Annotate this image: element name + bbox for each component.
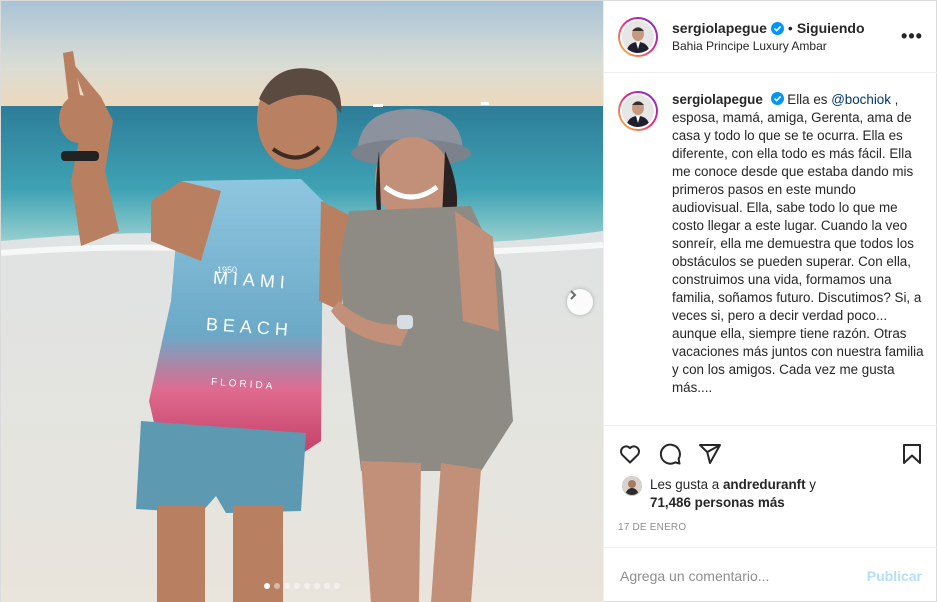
- comment-icon: [659, 443, 681, 465]
- likes-prefix: Les gusta a: [650, 477, 723, 492]
- caption-username-link[interactable]: sergiolapegue: [672, 92, 763, 107]
- more-options-button[interactable]: •••: [900, 25, 924, 49]
- post-actions: Les gusta a andreduranft y 71,486 person…: [604, 425, 937, 547]
- username-link[interactable]: sergiolapegue: [672, 20, 767, 36]
- carousel-dot: [324, 583, 330, 589]
- caption-body: , esposa, mamá, amiga, Gerenta, ama de c…: [672, 92, 924, 395]
- save-button[interactable]: [884, 434, 924, 474]
- liker-picture: [623, 477, 641, 495]
- caption-text: sergiolapegue Ella es @bochiok , esposa,…: [672, 91, 924, 397]
- comments-area: sergiolapegue Ella es @bochiok , esposa,…: [604, 73, 937, 425]
- post-photo[interactable]: 1950 MIAMI BEACH FLORIDA: [1, 1, 603, 602]
- avatar[interactable]: [618, 16, 658, 57]
- share-button[interactable]: [698, 434, 738, 474]
- beach-photo: 1950 MIAMI BEACH FLORIDA: [1, 1, 603, 602]
- chevron-right-icon: [570, 290, 577, 300]
- post-sidebar: sergiolapegue • Siguiendo Bahia Principe…: [603, 1, 937, 602]
- publish-button[interactable]: Publicar: [867, 568, 922, 584]
- post-date[interactable]: 17 DE ENERO: [618, 522, 924, 533]
- carousel-dot: [314, 583, 320, 589]
- profile-picture: [622, 20, 654, 53]
- likes-summary: Les gusta a andreduranft y 71,486 person…: [618, 476, 924, 512]
- profile-picture: [622, 95, 654, 127]
- caption: sergiolapegue Ella es @bochiok , esposa,…: [618, 91, 924, 397]
- mention-link[interactable]: @bochiok: [831, 92, 891, 107]
- likes-joiner: y: [805, 477, 816, 492]
- post-dialog: 1950 MIAMI BEACH FLORIDA sergiolapegue •…: [0, 0, 937, 602]
- next-photo-button[interactable]: [567, 289, 593, 315]
- carousel-dot: [334, 583, 340, 589]
- comment-input[interactable]: [620, 567, 867, 584]
- carousel-dot: [274, 583, 280, 589]
- like-button[interactable]: [618, 434, 658, 474]
- caption-avatar[interactable]: [618, 91, 658, 131]
- likes-count-link[interactable]: 71,486 personas más: [650, 495, 785, 510]
- verified-badge-icon: [770, 21, 784, 35]
- more-options-icon: •••: [901, 26, 923, 46]
- separator-dot: •: [787, 20, 793, 36]
- carousel-dot: [284, 583, 290, 589]
- caption-prefix: Ella es: [787, 92, 832, 107]
- send-icon: [699, 444, 721, 464]
- comment-button[interactable]: [658, 434, 698, 474]
- verified-badge-icon: [770, 92, 784, 105]
- add-comment-bar: Publicar: [604, 547, 937, 602]
- location-link[interactable]: Bahia Principe Luxury Ambar: [672, 39, 900, 53]
- post-header: sergiolapegue • Siguiendo Bahia Principe…: [604, 1, 937, 73]
- liker-avatar[interactable]: [622, 476, 642, 496]
- carousel-dot: [294, 583, 300, 589]
- carousel-dots: [1, 583, 603, 589]
- carousel-dot: [304, 583, 310, 589]
- carousel-dot: [264, 583, 270, 589]
- bookmark-icon: [903, 444, 921, 464]
- following-button[interactable]: Siguiendo: [797, 20, 865, 36]
- liker-username-link[interactable]: andreduranft: [723, 477, 806, 492]
- heart-icon: [620, 445, 640, 464]
